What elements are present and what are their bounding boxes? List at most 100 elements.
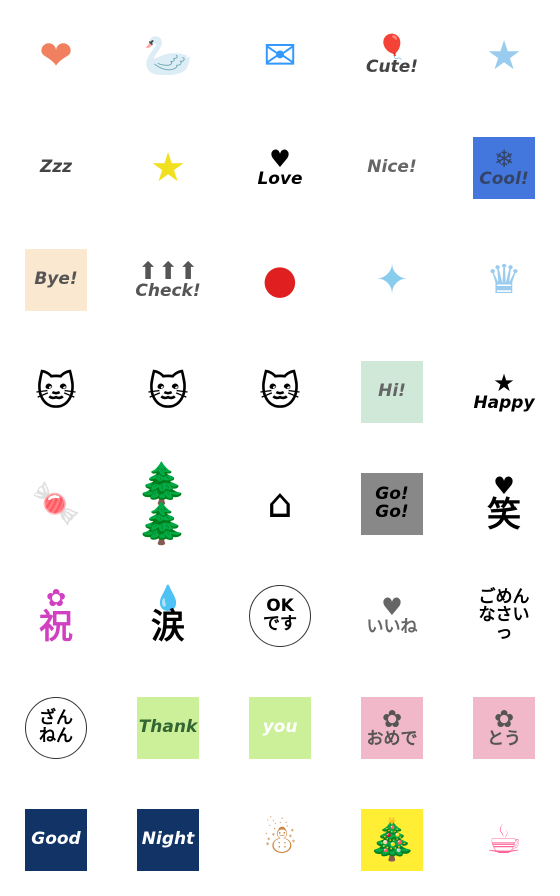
- sticker-text: Good: [31, 829, 81, 850]
- flower-card-glyph: ✿: [493, 705, 515, 734]
- sticker-text: OK です: [263, 596, 297, 634]
- arrows-up-glyph: ⬆⬆⬆: [137, 257, 199, 286]
- star-glyph: ★: [493, 369, 515, 398]
- sticker-cell[interactable]: Bye!: [0, 224, 112, 336]
- sticker-cell[interactable]: ❤: [0, 0, 112, 112]
- crown-icon: ♛: [473, 249, 535, 311]
- sticker-text: Nice!: [367, 157, 417, 178]
- sticker-text: Cool!: [479, 169, 529, 190]
- magic-wand-glyph: ★: [150, 145, 186, 191]
- circle-badge-icon: OK です: [249, 585, 311, 647]
- sticker-cell[interactable]: 🦢: [112, 0, 224, 112]
- sticker-cell[interactable]: 🍬: [0, 448, 112, 560]
- cat-sleepy-icon: 🐱: [25, 361, 87, 423]
- sticker-cell[interactable]: ✦: [336, 224, 448, 336]
- flowers-icon: ✿ 祝: [25, 585, 87, 647]
- sticker-cell[interactable]: ✉: [224, 0, 336, 112]
- trees-icon: 🌲🌲: [137, 464, 199, 544]
- sticker-cell[interactable]: Go! Go!: [336, 448, 448, 560]
- christmas-tree-glyph: 🎄: [367, 817, 417, 863]
- balloons-icon: 🎈 Cute!: [361, 25, 423, 87]
- sticker-cell[interactable]: Nice!: [336, 112, 448, 224]
- sticker-cell[interactable]: ざん ねん: [0, 672, 112, 784]
- bunting-icon: Nice!: [361, 137, 423, 199]
- sticker-cell[interactable]: ✿ 祝: [0, 560, 112, 672]
- sticker-cell[interactable]: 🎈 Cute!: [336, 0, 448, 112]
- apple-glyph: ●: [262, 257, 298, 303]
- sticker-text: ごめん なさいっ: [478, 587, 530, 643]
- sticker-cell[interactable]: ☃: [224, 784, 336, 896]
- sparkle-glyph: ✦: [375, 257, 409, 303]
- dotted-circle-icon: ざん ねん: [25, 697, 87, 759]
- sticker-cell[interactable]: 🌲🌲: [112, 448, 224, 560]
- crown-glyph: ♛: [486, 257, 522, 303]
- envelope-icon: ✉: [249, 25, 311, 87]
- sticker-cell[interactable]: 🐱: [0, 336, 112, 448]
- sticker-text: とう: [487, 729, 521, 750]
- sticker-text: Go! Go!: [375, 484, 409, 522]
- flower-card-icon: ✿ おめで: [361, 697, 423, 759]
- sticker-cell[interactable]: Good: [0, 784, 112, 896]
- sticker-cell[interactable]: ★ Happy: [448, 336, 560, 448]
- sticker-text: Thank: [138, 717, 198, 738]
- cat-mask-icon: 🐱: [249, 361, 311, 423]
- heart-icon: ♥ Love: [249, 137, 311, 199]
- sticker-text: Cute!: [366, 57, 418, 78]
- sticker-cell[interactable]: OK です: [224, 560, 336, 672]
- sticker-cell[interactable]: Night: [112, 784, 224, 896]
- sticker-text: Zzz: [39, 157, 73, 178]
- hearts-small-icon: ♥ 笑: [473, 473, 535, 535]
- swan-glyph: 🦢: [143, 33, 193, 79]
- sticker-text: you: [262, 717, 298, 738]
- sticker-cell[interactable]: ⌂: [224, 448, 336, 560]
- sticker-text: 笑: [487, 495, 521, 536]
- sparkle-icon: ✦: [361, 249, 423, 311]
- sticker-cell[interactable]: ✿ おめで: [336, 672, 448, 784]
- sticker-cell[interactable]: ♛: [448, 224, 560, 336]
- sticker-cell[interactable]: 💧 涙: [112, 560, 224, 672]
- cat-sleepy-glyph: 🐱: [35, 369, 77, 415]
- sticker-cell[interactable]: 🎄: [336, 784, 448, 896]
- magic-wand-icon: ★: [137, 137, 199, 199]
- sticker-cell[interactable]: ☕: [448, 784, 560, 896]
- sticker-cell[interactable]: Thank: [112, 672, 224, 784]
- snowflake-icon: ❄ Cool!: [473, 137, 535, 199]
- sticker-cell[interactable]: you: [224, 672, 336, 784]
- house-icon: ⌂: [249, 473, 311, 535]
- sticker-cell[interactable]: ❄ Cool!: [448, 112, 560, 224]
- gingerbread-glyph: ☃: [262, 817, 298, 863]
- leaf-card-icon: you: [249, 697, 311, 759]
- house-glyph: ⌂: [267, 481, 293, 527]
- sticker-text: Bye!: [34, 269, 78, 290]
- balloons-glyph: 🎈: [377, 33, 407, 62]
- envelope-glyph: ✉: [263, 33, 297, 79]
- droplet-icon: 💧 涙: [137, 585, 199, 647]
- sticker-cell[interactable]: ごめん なさいっ: [448, 560, 560, 672]
- sticker-cell[interactable]: ♥ Love: [224, 112, 336, 224]
- sticker-text: Happy: [473, 393, 535, 414]
- zzz-icon: Zzz: [25, 137, 87, 199]
- sticker-cell[interactable]: ●: [224, 224, 336, 336]
- sticker-cell[interactable]: ★: [112, 112, 224, 224]
- stars-glyph: ★: [486, 33, 522, 79]
- sticker-cell[interactable]: ⬆⬆⬆ Check!: [112, 224, 224, 336]
- hearts-icon: ❤: [25, 25, 87, 87]
- sticker-cell[interactable]: ✿ とう: [448, 672, 560, 784]
- swan-icon: 🦢: [137, 25, 199, 87]
- sticker-cell[interactable]: ★: [448, 0, 560, 112]
- sticker-text: Hi!: [378, 381, 406, 402]
- sticker-cell[interactable]: Hi!: [336, 336, 448, 448]
- heart-glyph: ♥: [269, 145, 291, 174]
- sticker-cell[interactable]: Zzz: [0, 112, 112, 224]
- sticker-text: いいね: [366, 617, 418, 638]
- sticker-text: Love: [257, 169, 303, 190]
- trees-glyph: 🌲🌲: [137, 461, 187, 547]
- night-card-icon: Night: [137, 809, 199, 871]
- sweat-drops-icon: ごめん なさいっ: [473, 585, 535, 647]
- sticker-cell[interactable]: ♥ いいね: [336, 560, 448, 672]
- sticker-cell[interactable]: 🐱: [224, 336, 336, 448]
- cat-face-glyph: 🐱: [147, 369, 189, 415]
- sticker-cell[interactable]: 🐱: [112, 336, 224, 448]
- sticker-cell[interactable]: ♥ 笑: [448, 448, 560, 560]
- cat-mask-glyph: 🐱: [259, 369, 301, 415]
